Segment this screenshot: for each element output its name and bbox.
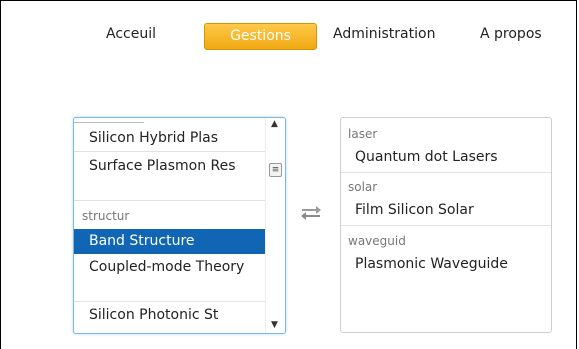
- list-item[interactable]: Film Silicon Solar: [341, 202, 551, 218]
- cut-off-item: [74, 122, 144, 123]
- list-item[interactable]: Plasmonic Waveguide: [341, 256, 551, 272]
- list-group-header: solar: [348, 180, 378, 194]
- divider: [74, 151, 265, 152]
- list-scrollbar[interactable]: ▲ ≡ ▼: [265, 118, 285, 333]
- assigned-list[interactable]: laser Quantum dot Lasers solar Film Sili…: [340, 117, 552, 333]
- nav-accueil[interactable]: Acceuil: [106, 26, 156, 42]
- list-item-selected[interactable]: Band Structure: [74, 229, 265, 254]
- scroll-up-arrow-icon[interactable]: ▲: [271, 119, 278, 129]
- list-group-header: laser: [348, 127, 378, 141]
- scroll-down-arrow-icon[interactable]: ▼: [271, 320, 278, 330]
- divider: [74, 301, 265, 302]
- scroll-thumb[interactable]: ≡: [269, 163, 282, 177]
- list-item[interactable]: Surface Plasmon Res: [74, 156, 264, 176]
- top-nav: Acceuil Gestions Administration A propos: [0, 20, 579, 52]
- nav-administration[interactable]: Administration: [333, 26, 435, 42]
- divider: [74, 200, 265, 201]
- list-item[interactable]: Quantum dot Lasers: [341, 149, 551, 165]
- divider: [341, 225, 551, 226]
- list-item[interactable]: Coupled-mode Theory: [74, 257, 249, 278]
- available-list[interactable]: Silicon Hybrid Plas Surface Plasmon Res …: [73, 117, 286, 334]
- nav-a-propos[interactable]: A propos: [480, 26, 542, 42]
- list-item[interactable]: Silicon Photonic St: [74, 307, 265, 323]
- list-group-header: waveguid: [348, 234, 406, 248]
- nav-gestions[interactable]: Gestions: [204, 23, 317, 50]
- swap-arrows-icon[interactable]: [299, 204, 323, 220]
- available-list-items: Silicon Hybrid Plas Surface Plasmon Res …: [74, 118, 265, 333]
- list-group-header: structur: [82, 209, 130, 223]
- list-item[interactable]: Silicon Hybrid Plas: [74, 130, 265, 146]
- divider: [341, 172, 551, 173]
